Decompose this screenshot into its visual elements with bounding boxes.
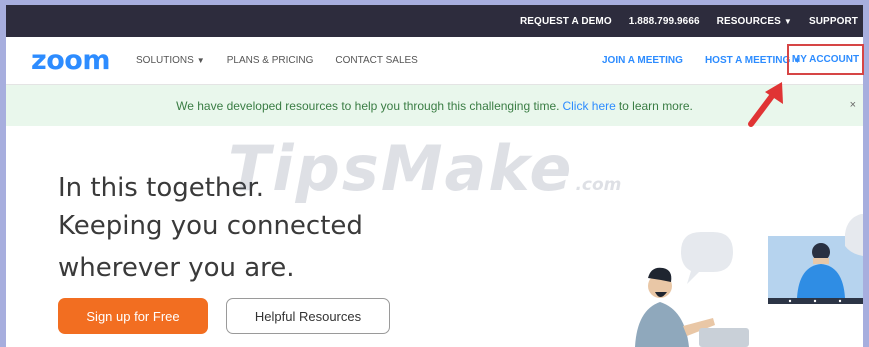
banner-text-after: to learn more. [618, 98, 693, 113]
support-link[interactable]: SUPPORT [809, 16, 858, 27]
chevron-down-icon: ▼ [783, 16, 792, 26]
hero-heading-line-1: In this together. [58, 173, 264, 203]
resources-label: RESOURCES [716, 15, 781, 27]
join-meeting-link[interactable]: JOIN A MEETING [602, 55, 683, 66]
contact-sales-link[interactable]: CONTACT SALES [335, 55, 417, 66]
phone-number-link[interactable]: 1.888.799.9666 [629, 16, 700, 27]
sign-up-button[interactable]: Sign up for Free [58, 298, 208, 334]
chevron-down-icon: ▼ [196, 56, 205, 65]
red-arrow-icon [748, 82, 783, 127]
chat-bubble-icon [681, 232, 733, 284]
top-utility-bar: REQUEST A DEMO 1.888.799.9666 RESOURCES ▼… [6, 5, 863, 37]
main-navigation: zoom SOLUTIONS ▼ PLANS & PRICING CONTACT … [6, 37, 864, 85]
nav-left-menu: SOLUTIONS ▼ PLANS & PRICING CONTACT SALES [136, 55, 440, 66]
plans-pricing-link[interactable]: PLANS & PRICING [227, 55, 314, 66]
solutions-menu[interactable]: SOLUTIONS ▼ [136, 55, 205, 66]
helpful-resources-button[interactable]: Helpful Resources [226, 298, 390, 334]
my-account-link[interactable]: MY ACCOUNT [787, 44, 864, 75]
hero-illustration [635, 214, 863, 347]
hero-section: In this together. Keeping you connected … [6, 126, 863, 347]
close-icon[interactable]: × [850, 99, 856, 111]
notice-banner: We have developed resources to help you … [6, 85, 863, 126]
banner-text: We have developed resources to help you … [176, 98, 560, 113]
hero-heading-line-2: Keeping you connected [58, 211, 363, 241]
request-demo-link[interactable]: REQUEST A DEMO [520, 16, 612, 27]
person-illustration [635, 267, 749, 347]
hero-heading-line-3: wherever you are. [58, 253, 295, 283]
zoom-logo[interactable]: zoom [31, 45, 110, 76]
resources-menu[interactable]: RESOURCES ▼ [717, 16, 792, 27]
banner-link[interactable]: Click here [562, 99, 615, 113]
solutions-label: SOLUTIONS [136, 55, 194, 66]
host-meeting-label: HOST A MEETING [704, 55, 791, 66]
